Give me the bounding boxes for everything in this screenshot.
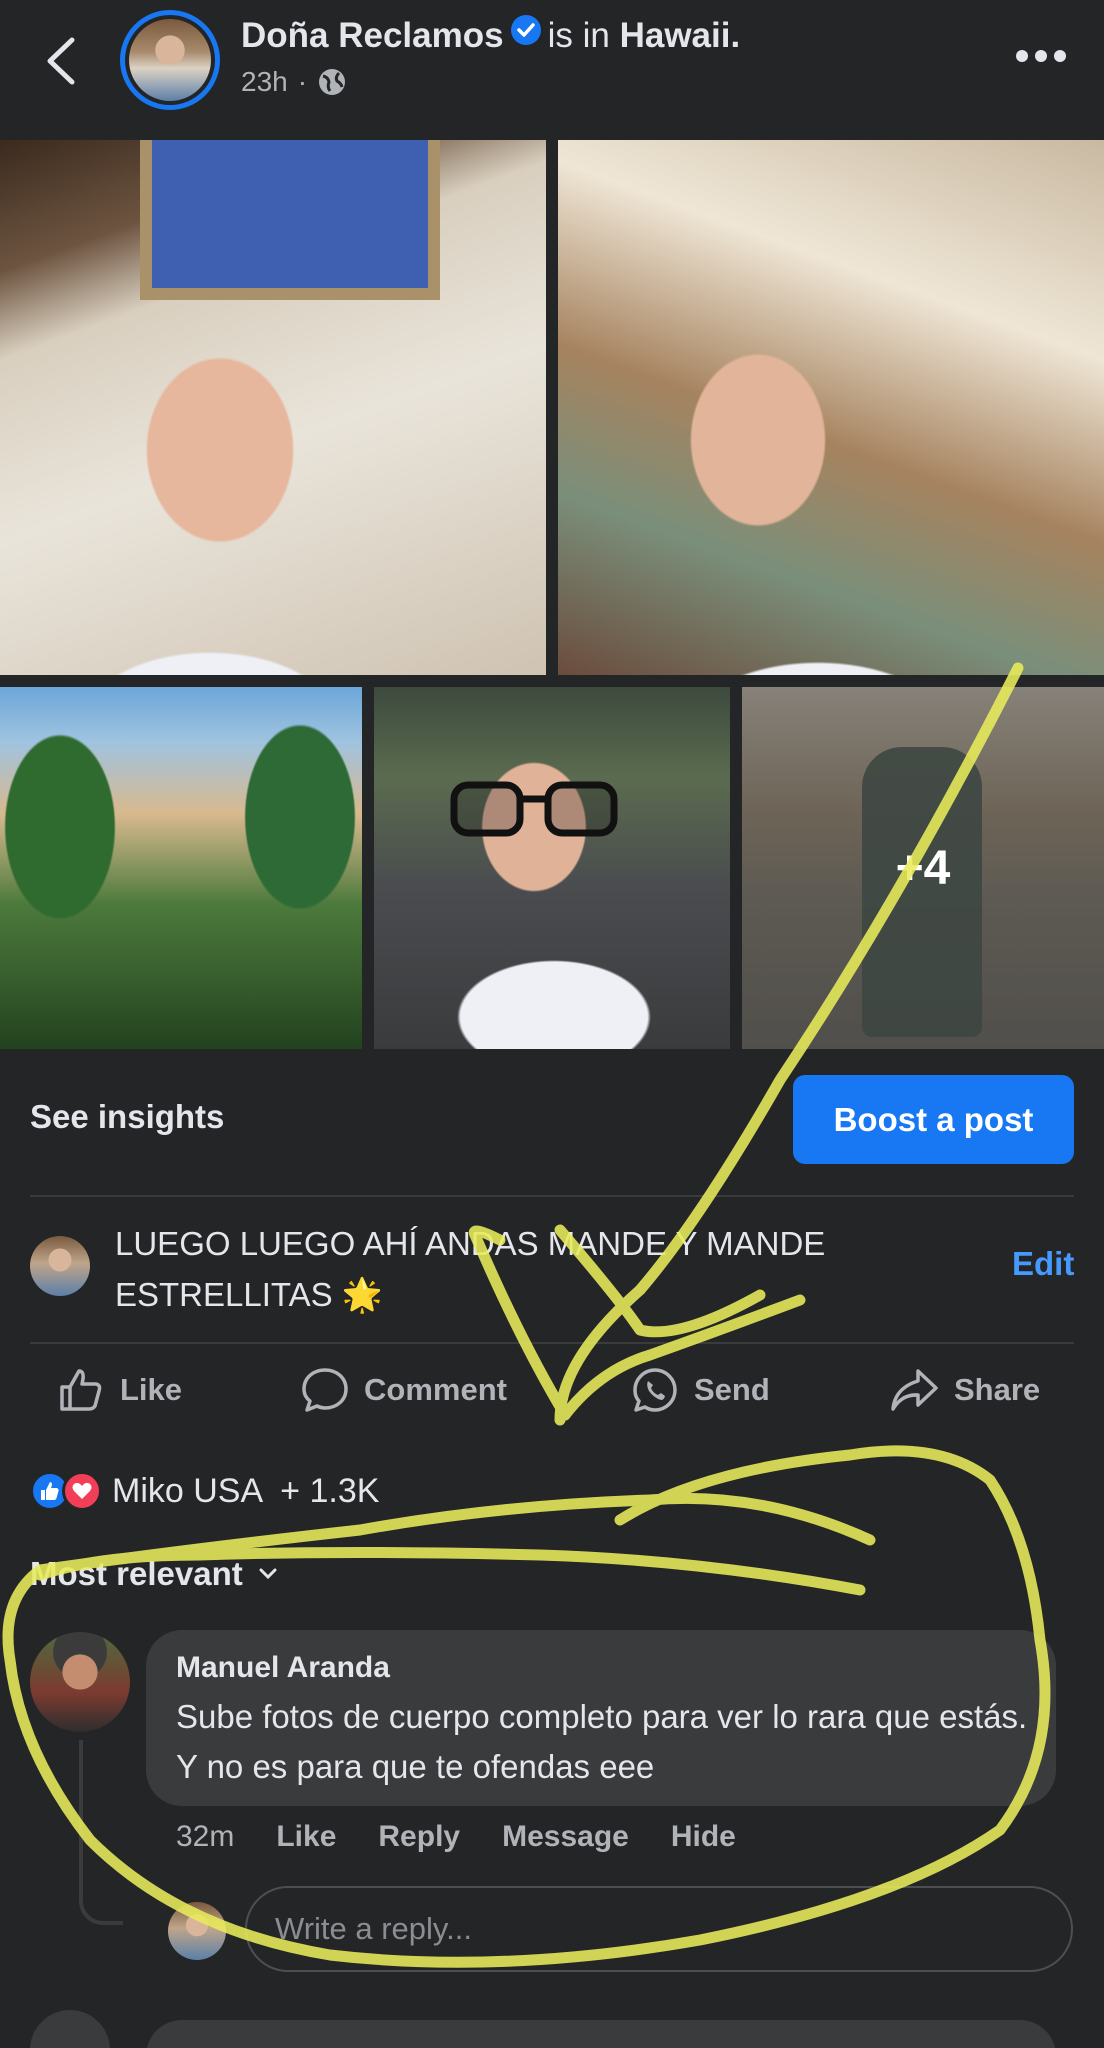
chevron-left-icon xyxy=(47,37,75,85)
send-label: Send xyxy=(694,1372,770,1407)
comment-author[interactable]: Manuel Aranda xyxy=(176,1651,390,1685)
post-page: Doña Reclamos is in Hawaii. 23h · +4 See … xyxy=(0,0,1104,2048)
edit-caption-button[interactable]: Edit xyxy=(1012,1245,1074,1283)
comment-text: Sube fotos de cuerpo completo para ver l… xyxy=(176,1698,1028,1785)
caption-avatar[interactable] xyxy=(30,1236,90,1296)
comment-label: Comment xyxy=(364,1372,507,1407)
post-time: 23h xyxy=(241,66,288,97)
photo-3[interactable] xyxy=(0,687,362,1049)
back-button[interactable] xyxy=(38,34,88,88)
post-meta: 23h · xyxy=(241,66,347,98)
chevron-down-icon xyxy=(259,1568,277,1580)
share-icon xyxy=(891,1369,938,1411)
sort-label: Most relevant xyxy=(30,1555,243,1592)
reply-avatar xyxy=(168,1902,226,1960)
post-caption: LUEGO LUEGO AHÍ ANDAS MANDE Y MANDE ESTR… xyxy=(115,1225,826,1313)
like-button[interactable]: Like xyxy=(56,1362,182,1418)
post-title: Doña Reclamos is in Hawaii. xyxy=(241,14,741,56)
share-label: Share xyxy=(954,1372,1041,1407)
photo-4[interactable] xyxy=(374,687,730,1049)
post-header: Doña Reclamos is in Hawaii. 23h · xyxy=(0,0,1104,140)
next-comment-avatar[interactable] xyxy=(30,2010,110,2048)
thumbs-up-icon xyxy=(60,1369,102,1411)
author-name[interactable]: Doña Reclamos xyxy=(241,16,504,55)
meta-separator: · xyxy=(297,66,308,97)
reactions-summary[interactable]: Miko USA + 1.3K xyxy=(30,1468,379,1514)
verified-badge-icon xyxy=(510,14,542,55)
comment-message-button[interactable]: Message xyxy=(502,1820,629,1854)
comment-sort-dropdown[interactable]: Most relevant xyxy=(30,1555,277,1593)
more-photos-count[interactable]: +4 xyxy=(742,687,1104,1049)
comment-icon xyxy=(302,1368,348,1412)
status-text: is in xyxy=(547,16,610,55)
comment-button[interactable]: Comment xyxy=(300,1362,507,1418)
comment-actions: 32m Like Reply Message Hide xyxy=(176,1820,736,1854)
place-name[interactable]: Hawaii. xyxy=(620,16,741,55)
like-label: Like xyxy=(120,1372,183,1407)
love-reaction-icon xyxy=(62,1471,102,1511)
more-options-button[interactable] xyxy=(1016,48,1072,64)
thread-line xyxy=(79,1740,123,1925)
commenter-avatar[interactable] xyxy=(30,1632,130,1732)
see-insights-link[interactable]: See insights xyxy=(30,1098,224,1136)
comment-reply-button[interactable]: Reply xyxy=(378,1820,460,1854)
comment-like-button[interactable]: Like xyxy=(276,1820,336,1854)
send-button[interactable]: Send xyxy=(630,1362,770,1418)
whatsapp-icon xyxy=(633,1368,677,1412)
reaction-count: Miko USA + 1.3K xyxy=(112,1471,380,1510)
boost-post-button[interactable]: Boost a post xyxy=(793,1075,1074,1164)
dot-icon xyxy=(1054,50,1066,62)
photo-1[interactable] xyxy=(0,140,546,675)
divider xyxy=(30,1195,1074,1197)
comment-hide-button[interactable]: Hide xyxy=(671,1820,736,1854)
dot-icon xyxy=(1035,50,1047,62)
divider xyxy=(30,1342,1074,1344)
photo-2[interactable] xyxy=(558,140,1104,675)
next-comment-bubble[interactable] xyxy=(146,2020,1056,2048)
reply-input[interactable] xyxy=(245,1886,1073,1972)
comment-time: 32m xyxy=(176,1820,235,1853)
dot-icon xyxy=(1016,50,1028,62)
globe-icon[interactable] xyxy=(317,67,347,97)
share-button[interactable]: Share xyxy=(888,1362,1040,1418)
author-avatar[interactable] xyxy=(120,10,220,110)
